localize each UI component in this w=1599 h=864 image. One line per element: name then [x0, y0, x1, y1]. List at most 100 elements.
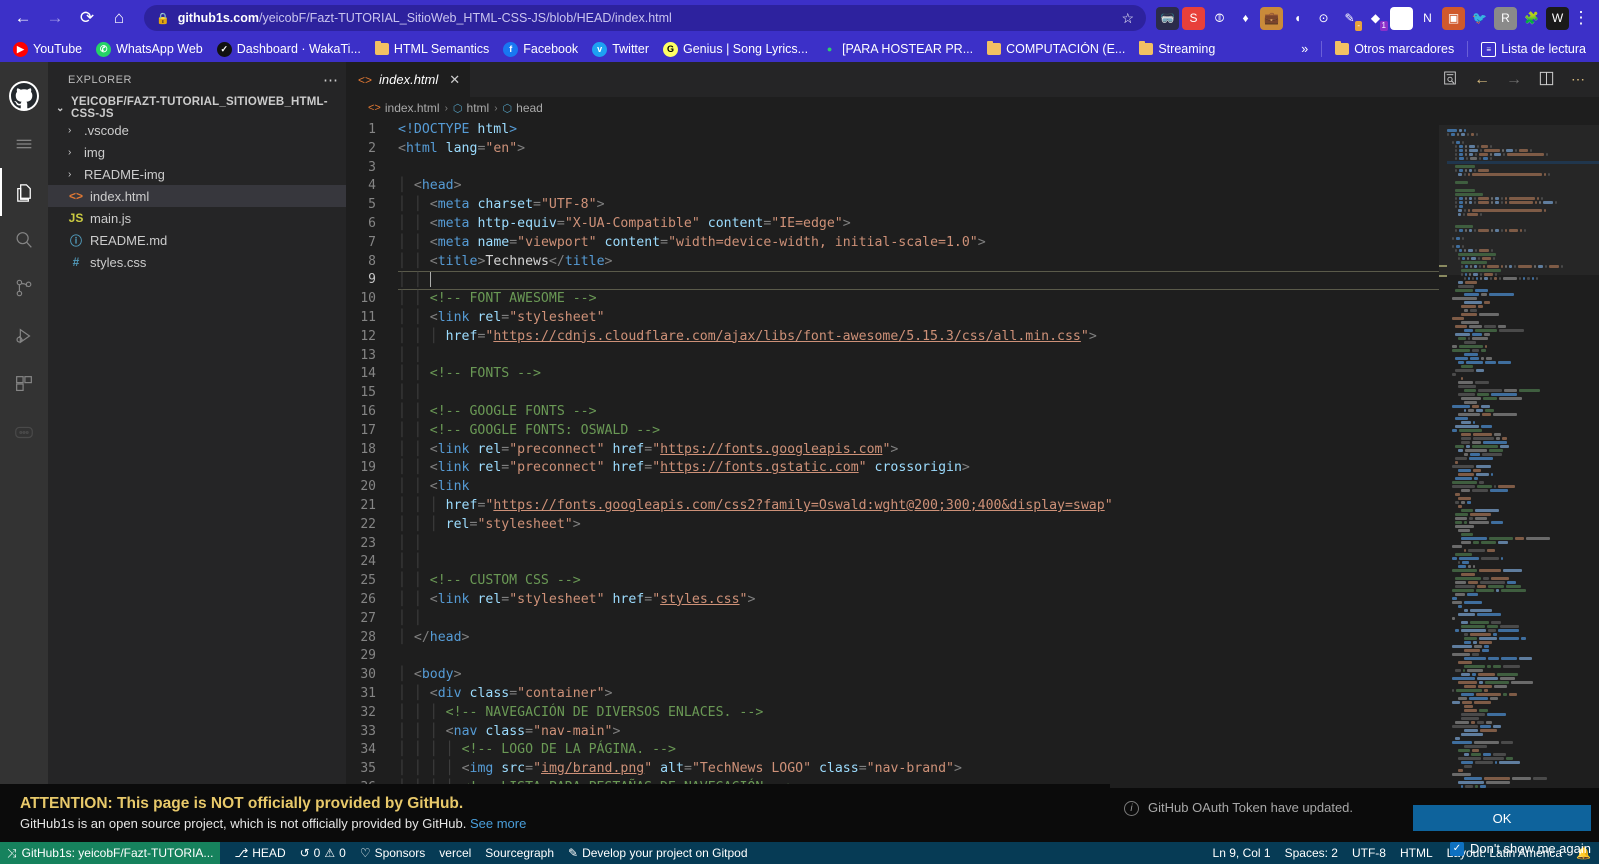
code-text[interactable]: │ │ │ href="https://fonts.googleapis.com… [398, 497, 1439, 516]
code-text[interactable]: │ │ <!-- CUSTOM CSS --> [398, 572, 1439, 591]
status-vercel[interactable]: vercel [439, 846, 471, 860]
code-text[interactable]: │ │ [398, 271, 1439, 291]
tree-item-styles-css[interactable]: # styles.css [48, 251, 346, 273]
dont-show-again-row[interactable]: ✓ Don't show me again [1450, 841, 1591, 856]
code-text[interactable]: │ │ [398, 553, 1439, 572]
extensions-icon[interactable] [0, 360, 48, 408]
wifi-signal-extension[interactable]: ⦷ [1208, 7, 1231, 30]
other-bookmarks-folder[interactable]: Otros marcadores [1328, 40, 1461, 58]
code-text[interactable]: │ │ <!-- FONTS --> [398, 365, 1439, 384]
search-icon[interactable] [0, 216, 48, 264]
bookmark-star-icon[interactable]: ☆ [1121, 10, 1134, 27]
bookmark-item[interactable]: Streaming [1132, 40, 1222, 58]
code-text[interactable]: │ │ <link [398, 478, 1439, 497]
bookmark-item[interactable]: ▶ YouTube [6, 40, 89, 59]
tree-item-main-js[interactable]: JS main.js [48, 207, 346, 229]
go-back-icon[interactable]: ← [1474, 71, 1490, 89]
code-text[interactable]: │ <head> [398, 177, 1439, 196]
menu-icon[interactable] [0, 120, 48, 168]
breadcrumb-item[interactable]: <> index.html [368, 101, 440, 115]
open-changes-icon[interactable] [1442, 70, 1458, 89]
ok-button[interactable]: OK [1413, 805, 1591, 831]
explorer-icon[interactable] [0, 168, 48, 216]
code-text[interactable]: │ │ <!-- GOOGLE FONTS --> [398, 403, 1439, 422]
bookmark-item[interactable]: ᴠ Twitter [585, 40, 656, 59]
code-text[interactable]: │ │ │ <!-- NAVEGACIÓN DE DIVERSOS ENLACE… [398, 704, 1439, 723]
bookmarks-overflow-button[interactable]: » [1294, 40, 1315, 58]
breadcrumb-item[interactable]: ⬡ html [453, 101, 489, 115]
reload-button[interactable]: ⟳ [72, 3, 102, 33]
bookmark-item[interactable]: HTML Semantics [368, 40, 496, 58]
run-debug-icon[interactable] [0, 312, 48, 360]
status-language-mode[interactable]: HTML [1400, 846, 1433, 860]
status-branch[interactable]: ⎇ HEAD [234, 846, 285, 860]
bookmark-item[interactable]: ✓ Dashboard · WakaTi... [210, 40, 368, 59]
reading-list-button[interactable]: ≡ Lista de lectura [1474, 40, 1593, 59]
split-editor-icon[interactable] [1538, 71, 1555, 89]
remote-robot-icon[interactable] [0, 408, 48, 456]
code-text[interactable]: │ │ <link rel="stylesheet" href="styles.… [398, 591, 1439, 610]
forward-button[interactable]: → [40, 3, 70, 33]
code-text[interactable]: │ │ <div class="container"> [398, 685, 1439, 704]
bookmark-item[interactable]: ● [PARA HOSTEAR PR... [815, 40, 980, 59]
code-text[interactable]: <!DOCTYPE html> [398, 121, 1439, 140]
bookmark-item[interactable]: COMPUTACIÓN (E... [980, 40, 1132, 58]
bird-extension[interactable]: 🐦 [1468, 7, 1491, 30]
code-text[interactable]: │ </head> [398, 629, 1439, 648]
code-text[interactable]: │ │ │ <nav class="nav-main"> [398, 723, 1439, 742]
status-remote[interactable]: ⤨ GitHub1s: yeicobF/Fazt-TUTORIA... [0, 842, 221, 864]
explorer-root-folder[interactable]: ⌄ YEICOBF/FAZT-TUTORIAL_SITIOWEB_HTML-CS… [48, 96, 346, 120]
tree-item-img[interactable]: › img [48, 141, 346, 163]
code-text[interactable] [398, 159, 1439, 178]
code-text[interactable]: │ <body> [398, 666, 1439, 685]
stylus-extension[interactable]: S [1182, 6, 1205, 30]
code-text[interactable]: │ │ <title>Technews</title> [398, 253, 1439, 272]
notion-extension[interactable]: N [1416, 7, 1439, 30]
status-problems[interactable]: ↺ 0 ⚠ 0 [300, 846, 346, 860]
bookmark-item[interactable]: f Facebook [496, 40, 585, 59]
status-sponsors[interactable]: ♡ Sponsors [360, 846, 425, 860]
code-lines[interactable]: 1 <!DOCTYPE html> 2 <html lang="en"> 3 4 │ <he… [346, 119, 1439, 864]
code-text[interactable]: │ │ <meta charset="UTF-8"> [398, 196, 1439, 215]
more-actions-icon[interactable]: ⋯ [1571, 71, 1585, 88]
code-text[interactable]: │ │ <link rel="preconnect" href="https:/… [398, 441, 1439, 460]
clock-extension[interactable]: ⊙ [1312, 7, 1335, 30]
image-extension[interactable]: ▣ [1442, 6, 1465, 30]
code-text[interactable]: │ │ │ │ <img src="img/brand.png" alt="Te… [398, 760, 1439, 779]
tree-item-readme-md[interactable]: ⓘ README.md [48, 229, 346, 251]
code-text[interactable]: │ │ <!-- FONT AWESOME --> [398, 290, 1439, 309]
gem-extension[interactable]: ♦ [1234, 7, 1257, 30]
code-text[interactable]: │ │ │ │ <!-- LOGO DE LA PÁGINA. --> [398, 741, 1439, 760]
go-forward-icon[interactable]: → [1506, 71, 1522, 89]
address-bar[interactable]: 🔒 github1s.com/yeicobF/Fazt-TUTORIAL_Sit… [144, 5, 1146, 31]
minimap[interactable] [1439, 119, 1599, 864]
pencil-extension[interactable]: ✎ - [1338, 7, 1362, 31]
see-more-link[interactable]: See more [470, 816, 526, 831]
tree-item--vscode[interactable]: › .vscode [48, 119, 346, 141]
status-indentation[interactable]: Spaces: 2 [1285, 846, 1338, 860]
profile-avatar[interactable] [1390, 6, 1413, 30]
puzzle-extension[interactable]: 🧩 [1520, 7, 1543, 30]
layers-extension[interactable]: ◆ 1 [1364, 7, 1388, 31]
status-cursor-position[interactable]: Ln 9, Col 1 [1213, 846, 1271, 860]
account-avatar-icon[interactable] [0, 72, 48, 120]
status-gitpod[interactable]: ✎ Develop your project on Gitpod [568, 846, 748, 860]
code-text[interactable]: │ │ <!-- GOOGLE FONTS: OSWALD --> [398, 422, 1439, 441]
code-text[interactable]: │ │ [398, 347, 1439, 366]
grammarly-extension[interactable]: R [1494, 6, 1517, 30]
code-text[interactable]: <html lang="en"> [398, 140, 1439, 159]
bookmark-item[interactable]: ✆ WhatsApp Web [89, 40, 210, 59]
code-text[interactable]: │ │ <meta http-equiv="X-UA-Compatible" c… [398, 215, 1439, 234]
browser-menu-icon[interactable]: ⋮ [1571, 8, 1591, 28]
status-encoding[interactable]: UTF-8 [1352, 846, 1386, 860]
code-text[interactable]: │ │ │ href="https://cdnjs.cloudflare.com… [398, 328, 1439, 347]
explorer-more-icon[interactable]: ⋯ [323, 71, 338, 89]
dont-show-checkbox[interactable]: ✓ [1450, 841, 1464, 856]
drop-extension[interactable]: ◖ [1286, 7, 1309, 30]
tree-item-index-html[interactable]: <> index.html [48, 185, 346, 207]
breadcrumb-item[interactable]: ⬡ head [503, 101, 543, 115]
code-text[interactable]: │ │ <link rel="preconnect" href="https:/… [398, 459, 1439, 478]
bookmark-item[interactable]: G Genius | Song Lyrics... [656, 40, 815, 59]
code-text[interactable]: │ │ │ rel="stylesheet"> [398, 516, 1439, 535]
tab-index-html[interactable]: <> index.html ✕ [346, 62, 472, 97]
